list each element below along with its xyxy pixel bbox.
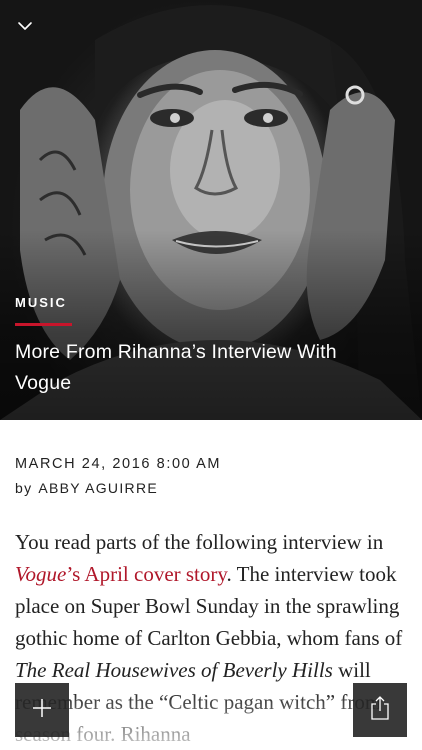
cover-story-link[interactable]: Vogue’s April cover story	[15, 562, 227, 586]
publish-date: MARCH 24, 2016 8:00 AM	[15, 456, 222, 472]
link-title: Vogue	[15, 562, 67, 586]
category-label[interactable]: MUSIC	[15, 295, 67, 310]
link-text: ’s April cover story	[66, 562, 227, 586]
article-headline: More From Rihanna’s Interview With Vogue	[15, 341, 337, 394]
text-run: You read parts of the following intervie…	[15, 530, 384, 554]
plus-icon	[31, 697, 53, 724]
byline-prefix: by	[15, 480, 33, 496]
add-button[interactable]	[15, 683, 69, 737]
chevron-down-icon	[16, 19, 34, 37]
author-link[interactable]: ABBY AGUIRRE	[38, 480, 158, 496]
byline: by ABBY AGUIRRE	[15, 480, 158, 496]
share-icon	[369, 695, 391, 726]
category-underline	[15, 323, 72, 326]
collapse-button[interactable]	[10, 14, 40, 42]
share-button[interactable]	[353, 683, 407, 737]
hero-image: MUSIC More From Rihanna’s Interview With…	[0, 0, 422, 420]
show-title: The Real Housewives of Beverly Hills	[15, 658, 333, 682]
